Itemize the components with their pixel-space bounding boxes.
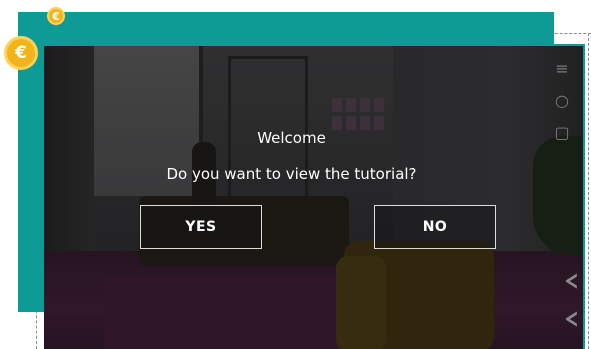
- coin-badge-large[interactable]: €: [4, 36, 38, 70]
- menu-icon[interactable]: ≡: [552, 60, 572, 78]
- chevron-left-icon[interactable]: ‹: [563, 263, 582, 297]
- chevron-left-icon[interactable]: ‹: [563, 301, 582, 335]
- guide-line-right: [588, 33, 589, 349]
- side-toolbar: ≡ ○ ▢: [549, 60, 575, 142]
- dice-icon[interactable]: ▢: [552, 124, 572, 142]
- coin-badge-small[interactable]: €: [47, 7, 65, 25]
- search-icon[interactable]: ○: [552, 92, 572, 110]
- dialog-title: Welcome: [257, 129, 326, 147]
- no-button[interactable]: NO: [374, 205, 496, 249]
- dialog-question: Do you want to view the tutorial?: [166, 165, 417, 183]
- modal-overlay: [44, 46, 583, 349]
- guide-line-top: [555, 33, 591, 34]
- euro-icon: €: [15, 43, 27, 63]
- euro-icon: €: [52, 9, 60, 23]
- tutorial-dialog: Welcome Do you want to view the tutorial…: [44, 128, 539, 184]
- side-navigation: ‹ ‹: [563, 263, 582, 335]
- game-screen: ≡ ○ ▢ ‹ ‹ Welcome Do you want to view th…: [44, 44, 585, 349]
- yes-button[interactable]: YES: [140, 205, 262, 249]
